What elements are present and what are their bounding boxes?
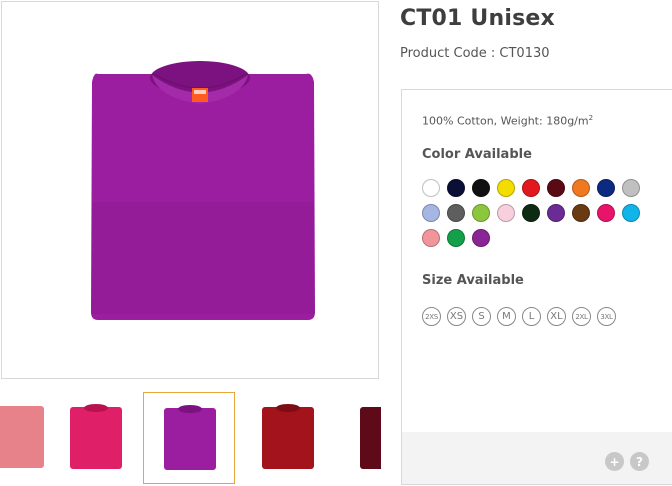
size-option-l[interactable]: L xyxy=(522,307,541,326)
thumbnail-pink[interactable] xyxy=(50,392,142,484)
product-code: Product Code : CT0130 xyxy=(400,46,550,61)
material-spec: 100% Cotton, Weight: 180g/m2 xyxy=(422,114,593,128)
size-option-xs[interactable]: XS xyxy=(447,307,466,326)
size-option-m[interactable]: M xyxy=(497,307,516,326)
size-option-s[interactable]: S xyxy=(472,307,491,326)
thumbnail-purple-selected[interactable] xyxy=(143,392,235,484)
color-swatch[interactable] xyxy=(472,179,490,197)
color-swatch[interactable] xyxy=(622,204,640,222)
color-swatch[interactable] xyxy=(547,179,565,197)
size-option-2xs[interactable]: 2XS xyxy=(422,307,441,326)
color-available-heading: Color Available xyxy=(422,147,532,162)
thumbnail-red[interactable] xyxy=(242,392,334,484)
color-swatch[interactable] xyxy=(522,179,540,197)
color-swatch[interactable] xyxy=(447,204,465,222)
size-option-2xl[interactable]: 2XL xyxy=(572,307,591,326)
color-swatch[interactable] xyxy=(422,179,440,197)
color-swatch[interactable] xyxy=(447,229,465,247)
zoom-plus-button[interactable]: + xyxy=(605,452,624,471)
color-swatch[interactable] xyxy=(497,179,515,197)
color-swatch[interactable] xyxy=(547,204,565,222)
thumbnail-maroon[interactable] xyxy=(340,392,381,484)
color-swatch[interactable] xyxy=(497,204,515,222)
color-swatch[interactable] xyxy=(572,204,590,222)
color-swatch[interactable] xyxy=(597,179,615,197)
material-spec-superscript: 2 xyxy=(588,114,594,122)
color-swatch[interactable] xyxy=(472,229,490,247)
color-swatch[interactable] xyxy=(597,204,615,222)
main-product-image[interactable] xyxy=(1,1,379,379)
thumbnail-strip xyxy=(0,392,381,484)
color-swatch[interactable] xyxy=(447,179,465,197)
material-spec-text: 100% Cotton, Weight: 180g/m xyxy=(422,114,589,128)
help-button[interactable]: ? xyxy=(630,452,649,471)
panel-footer: + ? xyxy=(402,432,672,484)
product-title: CT01 Unisex xyxy=(400,6,555,31)
color-swatch[interactable] xyxy=(522,204,540,222)
color-swatch[interactable] xyxy=(622,179,640,197)
product-details-panel: 100% Cotton, Weight: 180g/m2 Color Avail… xyxy=(401,89,672,485)
color-swatch[interactable] xyxy=(422,204,440,222)
color-swatch[interactable] xyxy=(572,179,590,197)
size-available-heading: Size Available xyxy=(422,273,524,288)
color-swatch[interactable] xyxy=(472,204,490,222)
color-swatch[interactable] xyxy=(422,229,440,247)
size-option-xl[interactable]: XL xyxy=(547,307,566,326)
size-option-3xl[interactable]: 3XL xyxy=(597,307,616,326)
folded-tshirt xyxy=(91,61,315,321)
